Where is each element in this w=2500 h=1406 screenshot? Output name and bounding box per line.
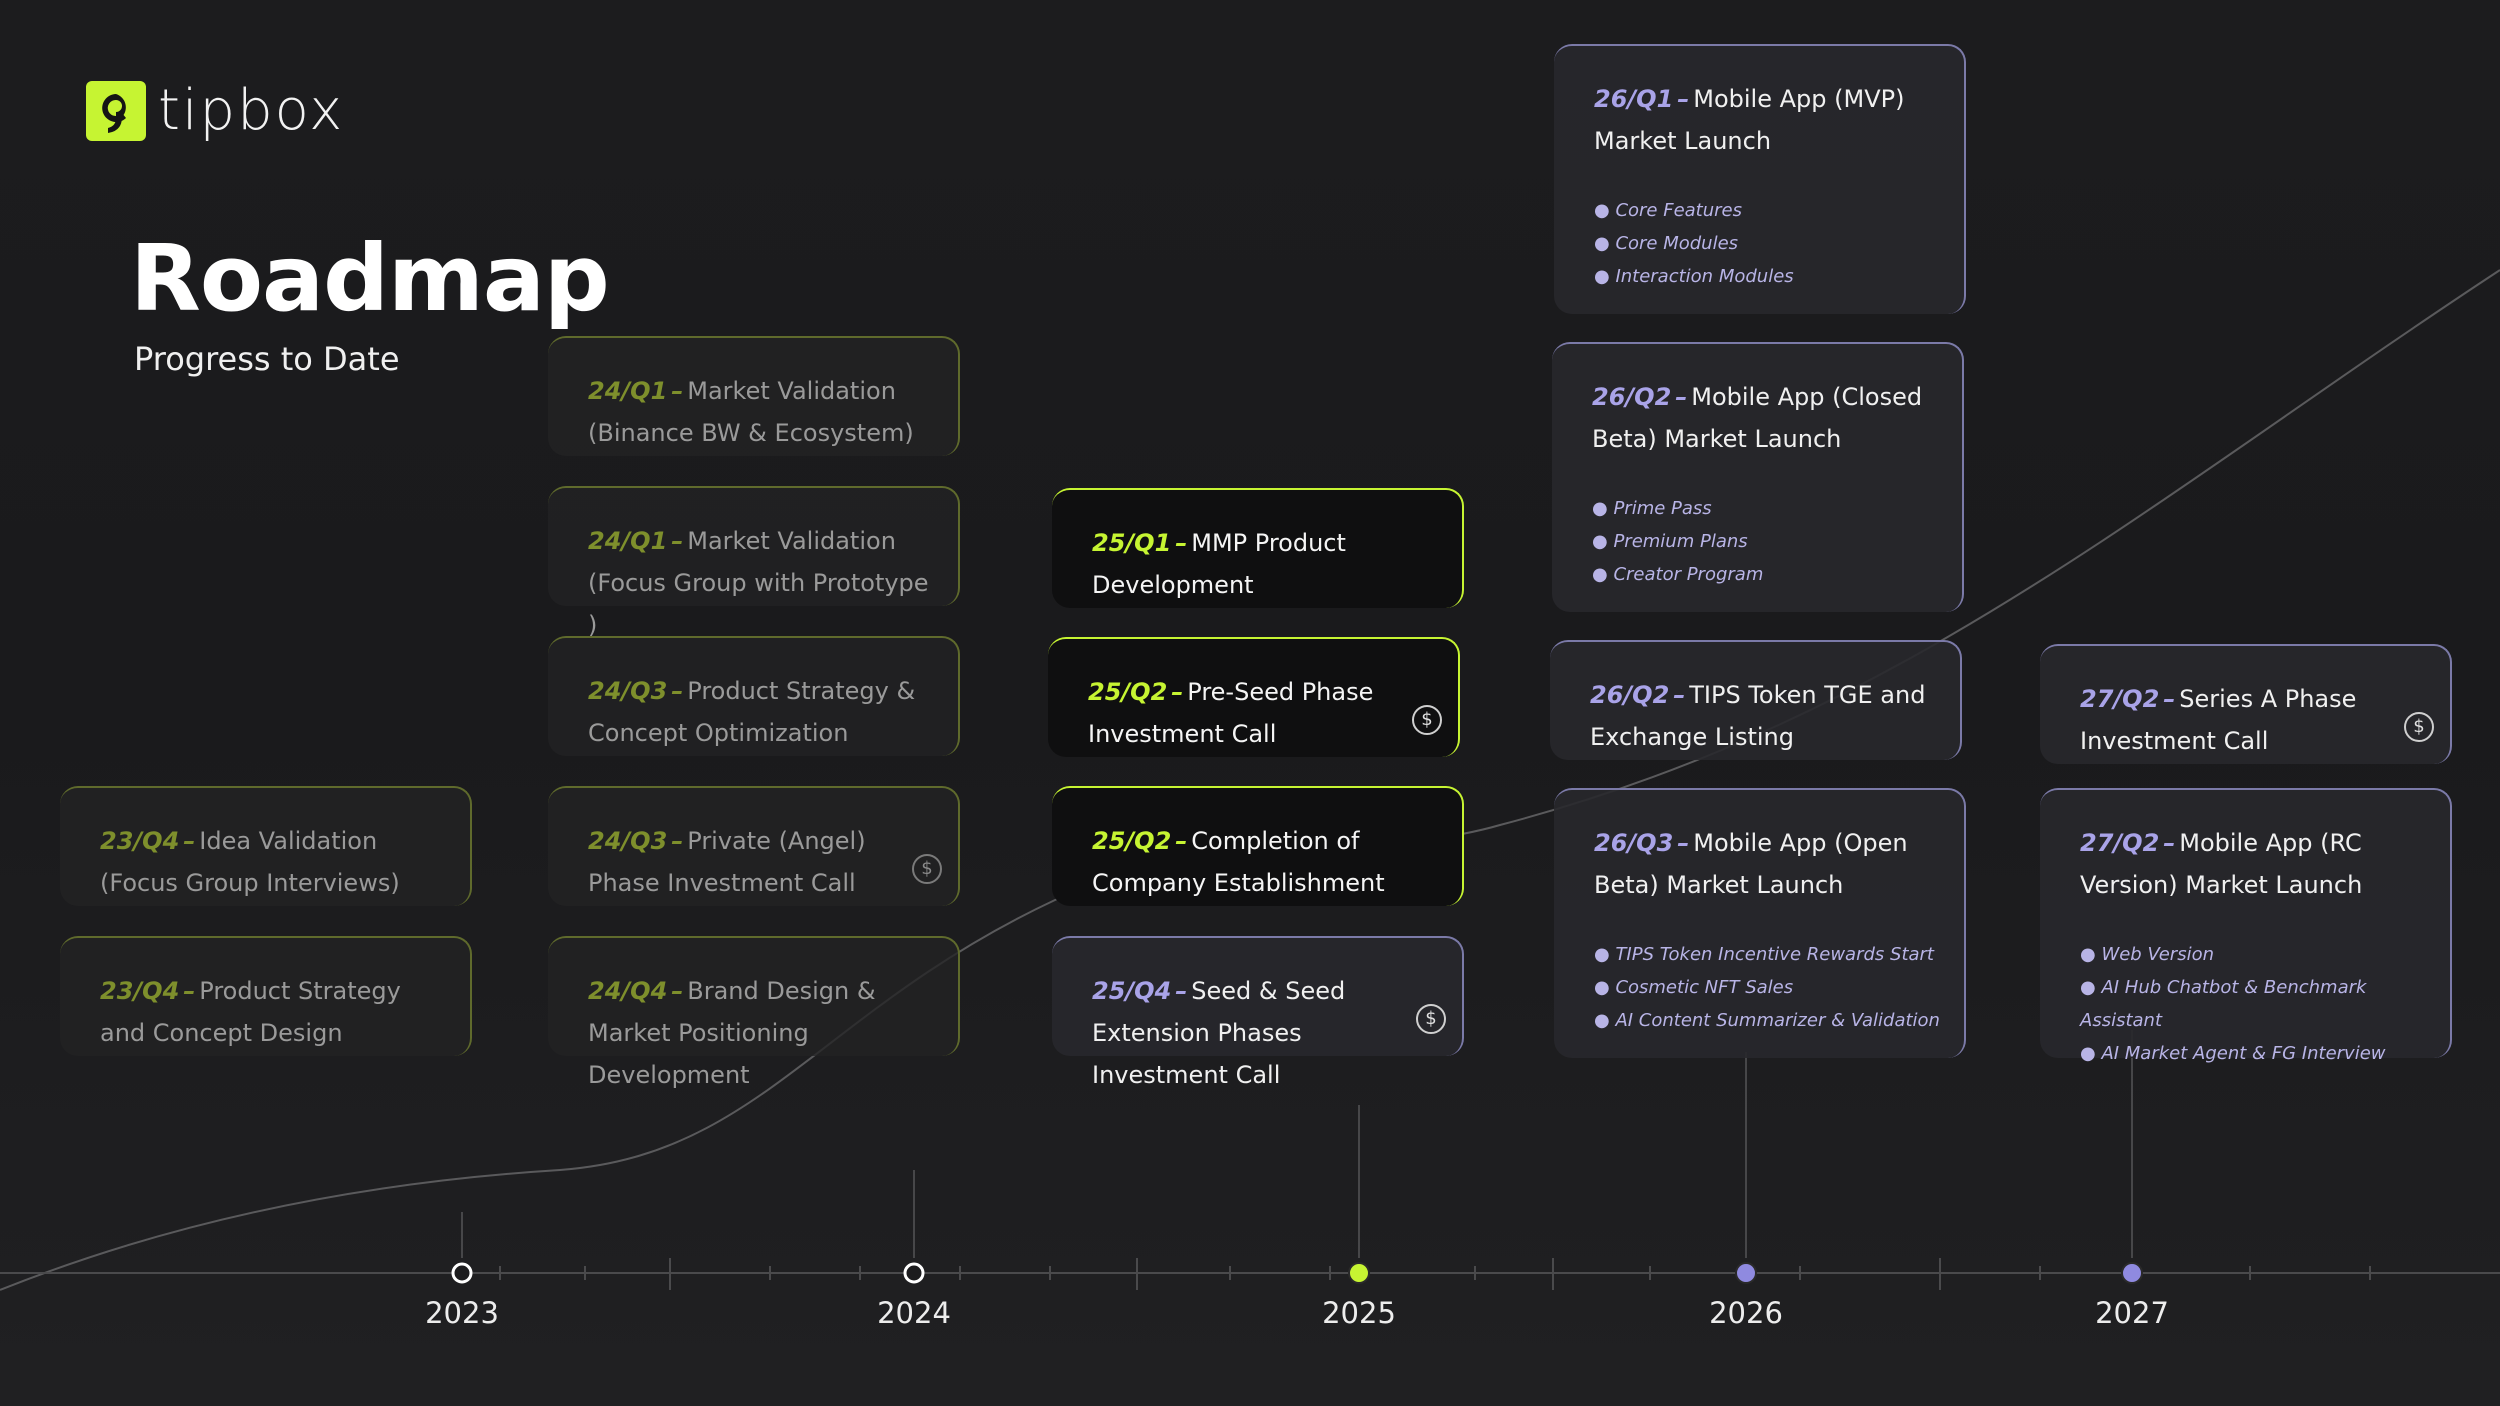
bullet-item: Creator Program	[1613, 564, 1764, 585]
roadmap-card: 25/Q2– Pre-Seed Phase Investment Call $	[1048, 637, 1460, 757]
card-quarter: 26/Q2	[1590, 681, 1670, 709]
dollar-icon: $	[912, 854, 942, 884]
bullet-item: Core Modules	[1615, 233, 1739, 254]
bullet-item: Cosmetic NFT Sales	[1615, 977, 1794, 998]
dollar-icon: $	[1412, 705, 1442, 735]
card-quarter: 24/Q3	[588, 677, 668, 705]
card-quarter: 24/Q4	[588, 977, 668, 1005]
roadmap-card: 24/Q1– Market Validation (Focus Group wit…	[548, 486, 960, 639]
card-quarter: 24/Q1	[588, 377, 668, 405]
dollar-icon: $	[1416, 1004, 1446, 1034]
card-quarter: 25/Q1	[1092, 529, 1172, 557]
roadmap-card: 23/Q4– Idea Validation (Focus Group Inter…	[60, 786, 472, 906]
year-marker-2025	[1348, 1262, 1370, 1284]
bullet-item: Prime Pass	[1613, 498, 1712, 519]
roadmap-card: 27/Q2– Mobile App (RC Version) Market Lau…	[2040, 788, 2452, 1064]
roadmap-card: 24/Q1– Market Validation (Binance BW & Ec…	[548, 336, 960, 456]
card-bullets: ● Core Features ● Core Modules ● Interac…	[1594, 200, 1794, 287]
roadmap-card: 25/Q4– Seed & Seed Extension Phases Inves…	[1052, 936, 1464, 1089]
year-label: 2025	[1322, 1296, 1396, 1330]
card-quarter: 23/Q4	[100, 827, 180, 855]
dollar-icon: $	[2404, 712, 2434, 742]
card-bullets: ● TIPS Token Incentive Rewards Start ● C…	[1594, 944, 1940, 1031]
brand-logo: tipbox	[86, 78, 344, 143]
card-quarter: 25/Q2	[1088, 678, 1168, 706]
roadmap-card: 26/Q1– Mobile App (MVP) Market Launch ● C…	[1554, 44, 1966, 314]
roadmap-card: 26/Q2– TIPS Token TGE and Exchange Listin…	[1550, 640, 1962, 760]
card-quarter: 23/Q4	[100, 977, 180, 1005]
year-label: 2024	[877, 1296, 951, 1330]
roadmap-card: 26/Q3– Mobile App (Open Beta) Market Laun…	[1554, 788, 1966, 1058]
card-quarter: 26/Q2	[1592, 383, 1672, 411]
logo-icon	[86, 80, 146, 141]
roadmap-card: 27/Q2– Series A Phase Investment Call $	[2040, 644, 2452, 764]
roadmap-card: 24/Q3– Product Strategy & Concept Optimiz…	[548, 636, 960, 756]
bullet-item: Premium Plans	[1613, 531, 1748, 552]
card-quarter: 27/Q2	[2080, 685, 2160, 713]
bullet-item: Interaction Modules	[1615, 266, 1794, 287]
roadmap-card: 24/Q3– Private (Angel) Phase Investment C…	[548, 786, 960, 906]
bullet-item: AI Content Summarizer & Validation	[1615, 1010, 1940, 1031]
bullet-item: TIPS Token Incentive Rewards Start	[1615, 944, 1934, 965]
card-quarter: 25/Q2	[1092, 827, 1172, 855]
card-quarter: 25/Q4	[1092, 977, 1172, 1005]
year-marker-2027	[2121, 1262, 2143, 1284]
year-marker-2023	[451, 1262, 473, 1284]
bullet-item: AI Market Agent & FG Interview	[2101, 1043, 2386, 1064]
card-bullets: ● Prime Pass ● Premium Plans ● Creator P…	[1592, 498, 1764, 585]
card-quarter: 26/Q1	[1594, 85, 1674, 113]
page-title: Roadmap	[130, 225, 610, 332]
card-bullets: ● Web Version ● AI Hub Chatbot & Benchma…	[2080, 944, 2386, 1064]
card-quarter: 27/Q2	[2080, 829, 2160, 857]
brand-name: tipbox	[158, 78, 345, 143]
year-label: 2026	[1709, 1296, 1783, 1330]
year-marker-2024	[903, 1262, 925, 1284]
growth-curve	[0, 269, 2500, 1291]
roadmap-card: 26/Q2– Mobile App (Closed Beta) Market La…	[1552, 342, 1964, 612]
roadmap-card: 25/Q2– Completion of Company Establishmen…	[1052, 786, 1464, 906]
bullet-item: Core Features	[1615, 200, 1742, 221]
bullet-item: Web Version	[2101, 944, 2214, 965]
year-marker-2026	[1735, 1262, 1757, 1284]
card-quarter: 26/Q3	[1594, 829, 1674, 857]
card-quarter: 24/Q1	[588, 527, 668, 555]
card-quarter: 24/Q3	[588, 827, 668, 855]
roadmap-card: 24/Q4– Brand Design & Market Positioning …	[548, 936, 960, 1089]
roadmap-card: 25/Q1– MMP Product Development	[1052, 488, 1464, 608]
bullet-item: AI Hub Chatbot & Benchmark Assistant	[2080, 977, 2367, 1031]
roadmap-card: 23/Q4– Product Strategy and Concept Desig…	[60, 936, 472, 1056]
year-label: 2027	[2095, 1296, 2169, 1330]
page-subtitle: Progress to Date	[134, 340, 400, 378]
year-label: 2023	[425, 1296, 499, 1330]
